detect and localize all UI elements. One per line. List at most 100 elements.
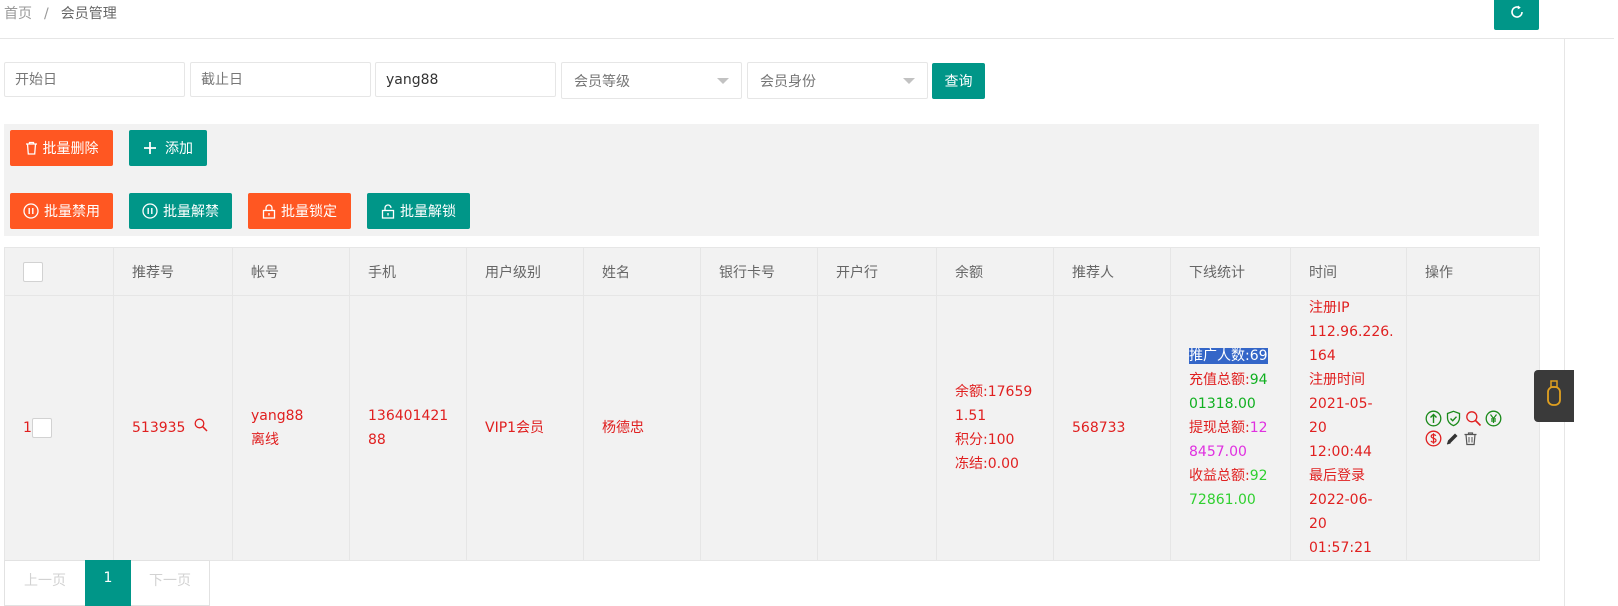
withdraw-value: 12 (1249, 420, 1268, 436)
start-date-input[interactable] (4, 62, 185, 97)
ref-no: 513935 (132, 420, 186, 436)
row-select-cell: 1 (4, 295, 114, 561)
header-cell: 银行卡号 (700, 247, 818, 296)
breadcrumb: 首页 / 会员管理 (4, 3, 117, 23)
trash-icon (25, 141, 38, 155)
last-login-date: 2022-06-20 (1309, 492, 1373, 532)
income-value-cont: 72861.00 (1189, 492, 1256, 508)
balance-line-2: 1.51 (955, 408, 987, 424)
top-bar: 首页 / 会员管理 (0, 0, 1614, 39)
search-icon[interactable] (194, 416, 208, 440)
header-cell: 手机 (349, 247, 467, 296)
level-cell: VIP1会员 (466, 295, 584, 561)
table-row: 1 513935 yang88 离线 136401421 88 VIP1会员 杨… (4, 295, 1540, 561)
yen-circle-icon[interactable] (1485, 410, 1502, 427)
withdraw-value-cont: 8457.00 (1189, 444, 1247, 460)
query-label: 查询 (944, 74, 973, 90)
end-date-input[interactable] (190, 62, 371, 97)
batch-lock-button[interactable]: 批量锁定 (248, 193, 351, 229)
pagination: 上一页 1 下一页 (4, 560, 210, 606)
points: 积分:100 (955, 432, 1015, 448)
pause-circle-icon (142, 203, 158, 219)
row-checkbox[interactable] (31, 418, 52, 438)
header-cell: 帐号 (232, 247, 350, 296)
header-cell: 推荐人 (1053, 247, 1171, 296)
action-toolbar (4, 124, 1539, 236)
reg-time-label: 注册时间 (1309, 372, 1365, 388)
batch-enable-label: 批量解禁 (163, 204, 219, 220)
phone-cell: 136401421 88 (349, 295, 467, 561)
breadcrumb-current: 会员管理 (60, 6, 117, 22)
pause-circle-icon (23, 203, 39, 219)
ref-no-cell: 513935 (113, 295, 233, 561)
batch-delete-label: 批量删除 (42, 141, 99, 157)
recharge-label: 充值总额: (1189, 372, 1250, 388)
batch-unlock-button[interactable]: 批量解锁 (367, 193, 470, 229)
current-page-button[interactable]: 1 (85, 560, 131, 606)
bank-card-cell (700, 295, 818, 561)
phone-line-2: 88 (368, 432, 386, 448)
header-cell: 用户级别 (466, 247, 584, 296)
breadcrumb-home[interactable]: 首页 (4, 6, 32, 22)
batch-delete-button[interactable]: 批量删除 (10, 130, 113, 166)
keyword-input[interactable] (375, 62, 556, 97)
header-cell: 操作 (1406, 247, 1540, 296)
batch-disable-label: 批量禁用 (44, 204, 100, 220)
table-header-row: 推荐号 帐号 手机 用户级别 姓名 银行卡号 开户行 余额 推荐人 下线统计 时… (4, 247, 1540, 296)
stats-cell: 推广人数:69 充值总额:94 01318.00 提现总额:12 8457.00… (1170, 295, 1291, 561)
chevron-down-icon (717, 78, 729, 84)
plus-icon (143, 141, 157, 155)
refresh-icon (1508, 3, 1526, 25)
chevron-down-icon (903, 78, 915, 84)
side-floating-tab[interactable] (1534, 370, 1574, 422)
header-cell: 下线统计 (1170, 247, 1291, 296)
shield-check-icon[interactable] (1445, 410, 1462, 427)
batch-disable-button[interactable]: 批量禁用 (10, 193, 113, 229)
income-value: 92 (1249, 468, 1268, 484)
account-name: yang88 (251, 408, 304, 424)
scrollbar-track (1564, 38, 1565, 606)
lock-icon (262, 203, 276, 219)
frozen: 冻结:0.00 (955, 456, 1019, 472)
dollar-circle-icon[interactable] (1425, 430, 1442, 447)
query-button[interactable]: 查询 (932, 63, 985, 99)
member-level-value: 会员等级 (574, 73, 630, 90)
header-cell: 余额 (936, 247, 1054, 296)
online-status: 离线 (251, 432, 279, 448)
add-label: 添加 (165, 141, 193, 157)
header-cell: 时间 (1290, 247, 1407, 296)
next-page-button[interactable]: 下一页 (131, 560, 210, 606)
income-label: 收益总额: (1189, 468, 1250, 484)
unlock-icon (381, 203, 395, 219)
batch-enable-button[interactable]: 批量解禁 (129, 193, 232, 229)
batch-lock-label: 批量锁定 (281, 204, 337, 220)
reg-ip-line-1: 112.96.226. (1309, 324, 1394, 340)
name-cell: 杨德忠 (583, 295, 701, 561)
account-cell: yang88 离线 (232, 295, 350, 561)
add-button[interactable]: 添加 (129, 130, 207, 166)
row-index: 1 (23, 420, 32, 436)
edit-icon[interactable] (1445, 431, 1460, 446)
search-icon[interactable] (1465, 410, 1482, 427)
member-role-select[interactable]: 会员身份 (747, 62, 928, 99)
header-cell: 姓名 (583, 247, 701, 296)
arrow-up-circle-icon[interactable] (1425, 410, 1442, 427)
operations-cell (1406, 295, 1540, 561)
member-table: 推荐号 帐号 手机 用户级别 姓名 银行卡号 开户行 余额 推荐人 下线统计 时… (4, 247, 1540, 561)
last-login-clock: 01:57:21 (1309, 540, 1372, 556)
header-cell: 推荐号 (113, 247, 233, 296)
last-login-label: 最后登录 (1309, 468, 1365, 484)
refresh-button[interactable] (1494, 0, 1539, 30)
member-level-select[interactable]: 会员等级 (561, 62, 742, 99)
prev-page-button[interactable]: 上一页 (4, 560, 85, 606)
reg-date: 2021-05-20 (1309, 396, 1373, 436)
bank-cell (817, 295, 937, 561)
time-cell: 注册IP 112.96.226. 164 注册时间 2021-05-20 12:… (1290, 295, 1407, 561)
header-cell: 开户行 (817, 247, 937, 296)
phone-line-1: 136401421 (368, 408, 449, 424)
reg-ip-line-2: 164 (1309, 348, 1336, 364)
trash-icon[interactable] (1463, 431, 1478, 446)
recharge-value-cont: 01318.00 (1189, 396, 1256, 412)
usb-icon (1544, 379, 1564, 413)
select-all-checkbox[interactable] (23, 261, 43, 282)
